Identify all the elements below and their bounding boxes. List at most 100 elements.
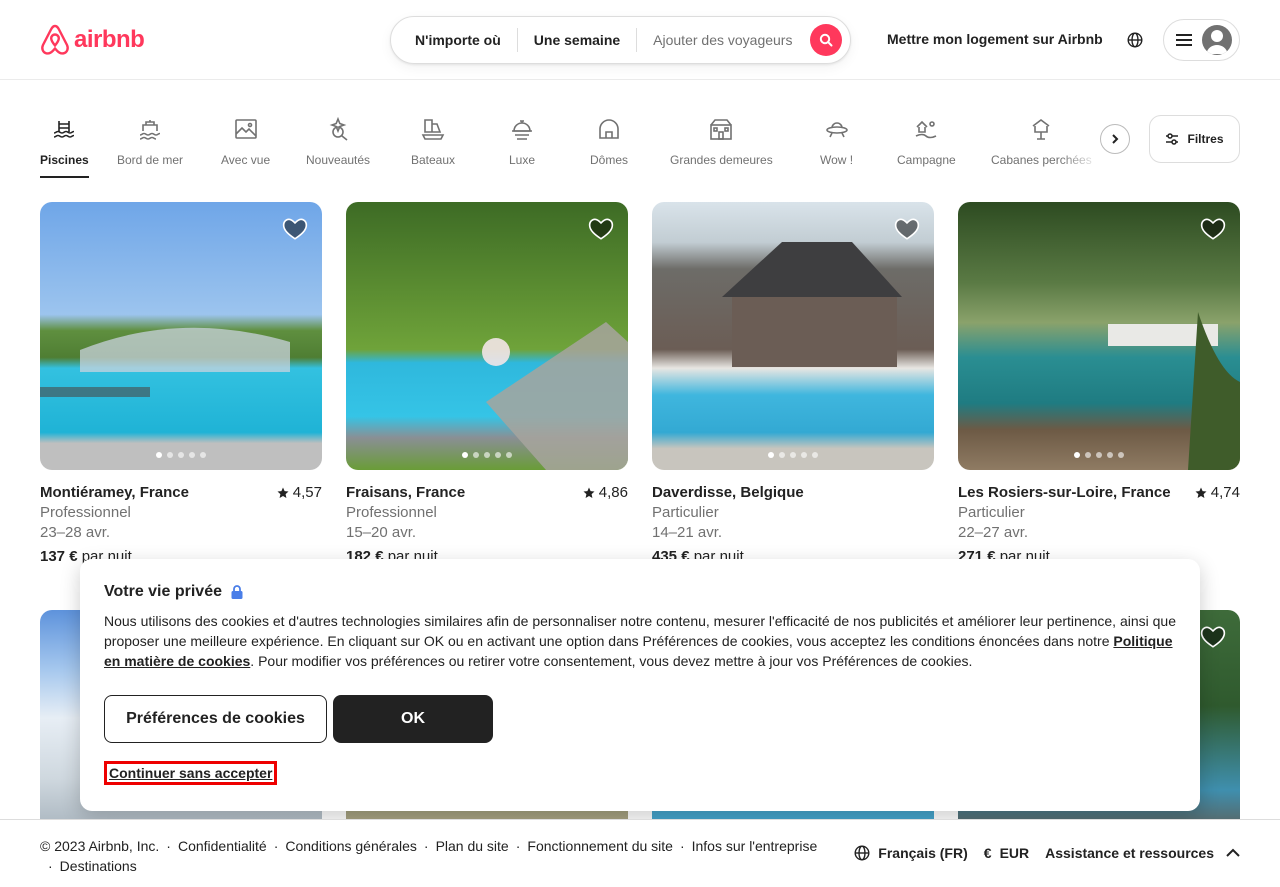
- host-your-home-link[interactable]: Mettre mon logement sur Airbnb: [887, 31, 1103, 47]
- support-label: Assistance et ressources: [1045, 845, 1214, 861]
- airbnb-logo-icon: [41, 24, 69, 55]
- pool-icon: [50, 115, 78, 143]
- listing-photo[interactable]: [652, 202, 934, 470]
- globe-icon: [854, 845, 870, 861]
- category-label: Luxe: [508, 153, 536, 167]
- copyright: © 2023 Airbnb, Inc.: [40, 838, 160, 854]
- language-selector[interactable]: Français (FR): [854, 845, 968, 861]
- photo-dots: [156, 452, 206, 458]
- listing-host-type: Particulier: [652, 504, 719, 521]
- category-item[interactable]: Nouveautés: [306, 112, 370, 178]
- listing-photo[interactable]: [958, 202, 1240, 470]
- listing-dates: 14–21 avr.: [652, 524, 723, 541]
- category-label: Avec vue: [221, 153, 271, 167]
- footer-link[interactable]: Infos sur l'entreprise: [692, 838, 818, 854]
- view-icon: [232, 115, 260, 143]
- listing-rating: 4,74: [1195, 484, 1240, 501]
- search-bar[interactable]: N'importe où Une semaine Ajouter des voy…: [390, 16, 851, 64]
- category-label: Grandes demeures: [670, 153, 773, 167]
- category-bar: Piscines Bord de mer Avec vue Nouveautés…: [40, 112, 1100, 180]
- listing-card[interactable]: Montiéramey, France 4,57 Professionnel 2…: [40, 202, 322, 565]
- category-item[interactable]: Avec vue: [221, 112, 270, 178]
- listing-photo[interactable]: [346, 202, 628, 470]
- privacy-title: Votre vie privée: [104, 583, 222, 600]
- search-button[interactable]: [810, 24, 842, 56]
- search-when[interactable]: Une semaine: [518, 32, 636, 48]
- heart-icon[interactable]: [894, 216, 920, 242]
- photo-dots: [462, 452, 512, 458]
- footer-link[interactable]: Confidentialité: [178, 838, 267, 854]
- listing-photo[interactable]: [40, 202, 322, 470]
- category-item[interactable]: Campagne: [897, 112, 956, 178]
- deck-shape: [482, 322, 628, 470]
- profile-menu-button[interactable]: [1163, 19, 1240, 61]
- ok-button[interactable]: OK: [333, 695, 493, 743]
- categories-next-button[interactable]: [1100, 124, 1130, 154]
- rating-value: 4,86: [598, 484, 628, 501]
- filters-label: Filtres: [1187, 132, 1224, 146]
- privacy-title-row: Votre vie privée: [104, 583, 1176, 601]
- rating-value: 4,57: [292, 484, 322, 501]
- category-item[interactable]: Grandes demeures: [670, 112, 773, 178]
- footer: © 2023 Airbnb, Inc. · Confidentialité · Cond…: [0, 819, 1280, 887]
- top-header: airbnb N'importe où Une semaine Ajouter …: [0, 0, 1280, 80]
- mansion-icon: [707, 115, 735, 143]
- treehouse-icon: [1027, 115, 1055, 143]
- listing-card[interactable]: Daverdisse, Belgique Particulier 14–21 a…: [652, 202, 934, 565]
- currency-selector[interactable]: € EUR: [984, 845, 1029, 861]
- heart-icon[interactable]: [1200, 216, 1226, 242]
- new-icon: [324, 115, 352, 143]
- heart-icon[interactable]: [282, 216, 308, 242]
- cookie-preferences-button[interactable]: Préférences de cookies: [104, 695, 327, 743]
- support-resources-button[interactable]: Assistance et ressources: [1045, 845, 1240, 861]
- privacy-text: Nous utilisons des cookies et d'autres t…: [104, 611, 1176, 671]
- category-item[interactable]: Piscines: [40, 112, 89, 178]
- category-item[interactable]: Dômes: [590, 112, 628, 178]
- listing-location: Montiéramey, France: [40, 484, 189, 501]
- listing-host-type: Particulier: [958, 504, 1025, 521]
- footer-link[interactable]: Conditions générales: [285, 838, 417, 854]
- listing-dates: 22–27 avr.: [958, 524, 1029, 541]
- listing-dates: 23–28 avr.: [40, 524, 111, 541]
- category-item[interactable]: Bord de mer: [117, 112, 183, 178]
- heart-icon[interactable]: [588, 216, 614, 242]
- chevron-right-icon: [1112, 134, 1119, 144]
- filters-button[interactable]: Filtres: [1149, 115, 1240, 163]
- house-shape: [722, 242, 902, 367]
- luxe-icon: [508, 115, 536, 143]
- category-item[interactable]: Bateaux: [411, 112, 455, 178]
- category-label: Dômes: [590, 153, 629, 167]
- countryside-icon: [912, 115, 940, 143]
- photo-dots: [1074, 452, 1124, 458]
- category-item[interactable]: Wow !: [820, 112, 853, 178]
- brand-name: airbnb: [74, 26, 145, 53]
- footer-link[interactable]: Destinations: [60, 858, 137, 874]
- listing-dates: 15–20 avr.: [346, 524, 417, 541]
- sliders-icon: [1166, 133, 1179, 145]
- listing-rating: 4,57: [277, 484, 322, 501]
- listing-card[interactable]: Fraisans, France 4,86 Professionnel 15–2…: [346, 202, 628, 565]
- category-label: Piscines: [40, 153, 89, 167]
- search-where[interactable]: N'importe où: [391, 32, 517, 48]
- ufo-icon: [823, 115, 851, 143]
- beach-icon: [136, 115, 164, 143]
- footer-link[interactable]: Fonctionnement du site: [527, 838, 673, 854]
- category-label: Bateaux: [411, 153, 456, 167]
- search-guests[interactable]: Ajouter des voyageurs: [637, 32, 808, 48]
- continue-without-accepting-link[interactable]: Continuer sans accepter: [104, 761, 278, 785]
- lock-icon: [231, 585, 243, 599]
- currency-symbol: €: [983, 845, 992, 861]
- sofa-shape: [1108, 312, 1240, 470]
- language-button[interactable]: [1123, 28, 1147, 52]
- price-value: 137 €: [40, 548, 78, 565]
- rating-value: 4,74: [1210, 484, 1240, 501]
- listing-card[interactable]: Les Rosiers-sur-Loire, France 4,74 Parti…: [958, 202, 1240, 565]
- listing-host-type: Professionnel: [40, 504, 131, 521]
- airbnb-logo[interactable]: airbnb: [40, 24, 145, 56]
- heart-icon[interactable]: [1200, 624, 1226, 650]
- privacy-text-post: . Pour modifier vos préférences ou retir…: [250, 653, 973, 669]
- listing-location: Fraisans, France: [346, 484, 466, 501]
- footer-link[interactable]: Plan du site: [436, 838, 509, 854]
- category-item[interactable]: Luxe: [508, 112, 536, 178]
- privacy-text-pre: Nous utilisons des cookies et d'autres t…: [104, 613, 1176, 649]
